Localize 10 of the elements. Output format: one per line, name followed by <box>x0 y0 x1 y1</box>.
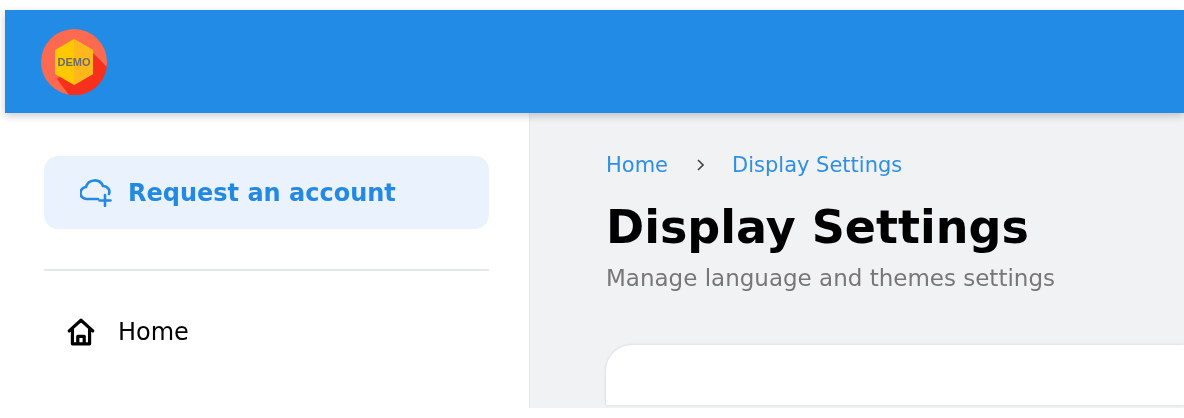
demo-logo[interactable]: DEMO <box>41 28 107 95</box>
home-icon <box>66 317 96 347</box>
breadcrumb-link[interactable]: Home <box>606 153 668 177</box>
request-account-button[interactable]: Request an account <box>44 156 489 229</box>
page-title: Display Settings <box>606 199 1030 256</box>
sidebar-item[interactable]: Home <box>44 271 189 347</box>
breadcrumb-link[interactable]: Display Settings <box>732 153 903 177</box>
cloud-plus-icon <box>80 178 112 207</box>
chevron-right-icon <box>696 159 704 171</box>
page-subtitle: Manage language and themes settings <box>606 265 1056 291</box>
